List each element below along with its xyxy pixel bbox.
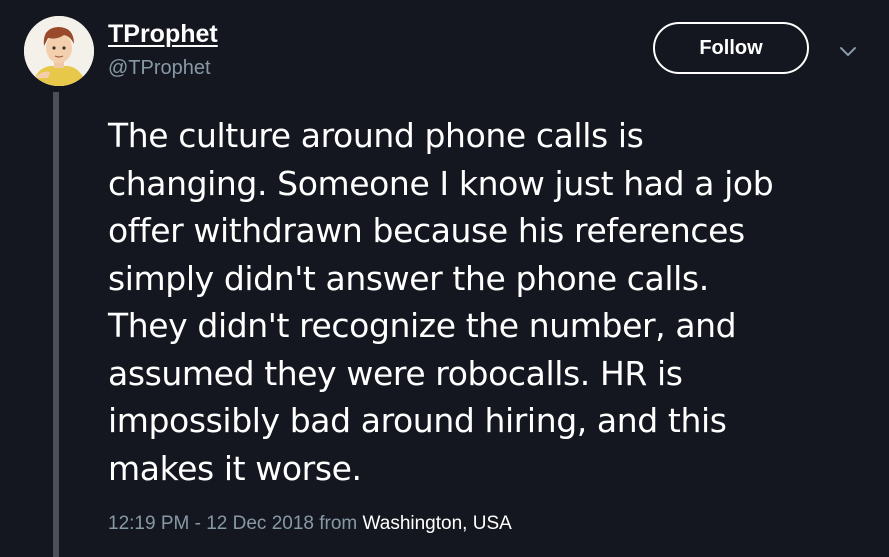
avatar[interactable]	[24, 16, 94, 86]
user-handle[interactable]: @TProphet	[108, 57, 211, 80]
tweet-location[interactable]: Washington, USA	[363, 513, 512, 534]
tweet-card: TProphet @TProphet Follow The culture ar…	[0, 0, 889, 557]
from-label: from	[319, 513, 358, 534]
thread-line	[53, 92, 59, 557]
chevron-down-icon[interactable]	[836, 40, 860, 64]
tweet-timestamp[interactable]: 12:19 PM - 12 Dec 2018	[108, 513, 314, 534]
tweet-meta: 12:19 PM - 12 Dec 2018 from Washington, …	[108, 513, 512, 535]
follow-button[interactable]: Follow	[653, 22, 809, 74]
display-name[interactable]: TProphet	[108, 20, 218, 49]
avatar-illustration	[24, 16, 94, 86]
tweet-text: The culture around phone calls is changi…	[108, 116, 774, 488]
